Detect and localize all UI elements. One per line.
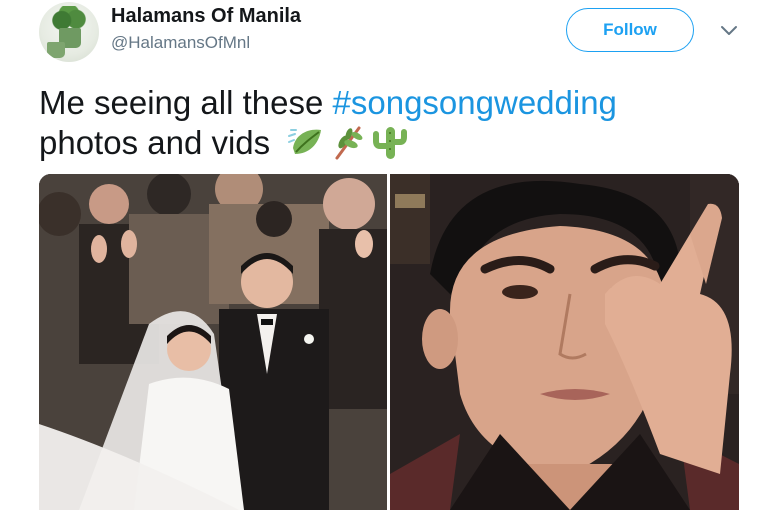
tweet-header: Halamans Of Manila @HalamansOfMnl Follow	[39, 2, 759, 62]
media-grid	[39, 174, 739, 510]
hashtag-link[interactable]: #songsongwedding	[333, 84, 617, 121]
man-wiping-tear-photo[interactable]	[390, 174, 739, 510]
tweet-text: Me seeing all these #songsongwedding pho…	[39, 83, 739, 163]
tweet-text-line2: photos and vids	[39, 124, 271, 161]
herb-icon	[335, 126, 363, 160]
cactus-icon	[373, 127, 408, 159]
chevron-down-icon[interactable]	[720, 24, 738, 38]
crying-photo-illustration	[390, 174, 739, 510]
wedding-couple-photo[interactable]	[39, 174, 387, 510]
avatar[interactable]	[39, 2, 99, 62]
tweet-text-line1: Me seeing all these	[39, 84, 333, 121]
leaf-fluttering-icon	[288, 129, 322, 154]
follow-button[interactable]: Follow	[566, 8, 694, 52]
user-handle[interactable]: @HalamansOfMnl	[111, 33, 250, 53]
wedding-photo-illustration	[39, 174, 387, 510]
display-name[interactable]: Halamans Of Manila	[111, 5, 301, 28]
